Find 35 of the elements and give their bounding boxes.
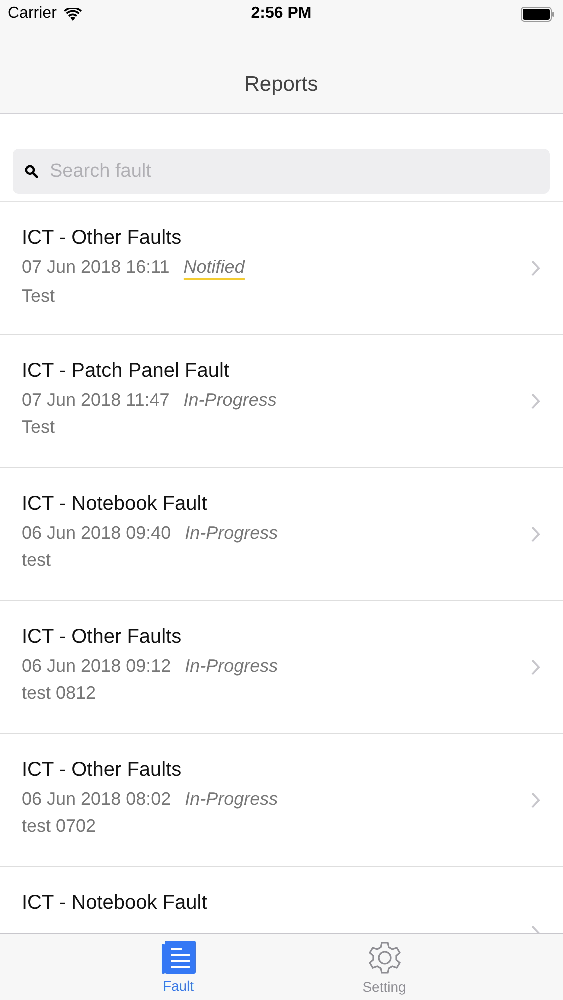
report-title: ICT - Notebook Fault [22, 891, 208, 915]
report-note: test [22, 550, 52, 571]
wifi-icon [64, 8, 82, 20]
settings-icon [368, 941, 402, 975]
report-title: ICT - Other Faults [22, 226, 183, 250]
carrier-name: Carrier [8, 5, 57, 23]
report-note: Test [22, 286, 56, 307]
tab-button[interactable]: Fault [130, 934, 226, 1000]
report-status: In-Progress [185, 522, 278, 544]
report-row[interactable]: ICT - Notebook Fault 06 Jun 2018 09:40 In-Progress test [0, 468, 563, 601]
report-date: 06 Jun 2018 09:40 [22, 522, 172, 544]
report-title: ICT - Patch Panel Fault [22, 359, 230, 383]
report-status: In-Progress [184, 389, 277, 411]
battery-icon [521, 6, 555, 22]
clock-time: 2:56 PM [251, 5, 312, 23]
page-title: Reports [244, 73, 318, 97]
document-icon [162, 941, 196, 974]
report-note: test 0812 [22, 683, 98, 704]
report-row[interactable]: ICT - Patch Panel Fault 07 Jun 2018 11:47 In-Progress Test [0, 335, 563, 468]
report-note: Test [22, 417, 56, 438]
report-date: 07 Jun 2018 11:47 [22, 389, 170, 411]
report-title: ICT - Other Faults [22, 758, 183, 782]
report-status: Notified [184, 256, 245, 280]
report-date: 07 Jun 2018 16:11 [22, 256, 170, 279]
report-row[interactable]: ICT - Other Faults 06 Jun 2018 09:12 In-Progress test 0812 [0, 601, 563, 734]
report-title: ICT - Notebook Fault [22, 492, 208, 516]
report-date: 06 Jun 2018 09:12 [22, 655, 172, 677]
report-title: ICT - Other Faults [22, 625, 183, 649]
report-note: test 0702 [22, 816, 98, 837]
report-date: 06 Jun 2018 08:02 [22, 788, 172, 810]
report-row[interactable]: ICT - Other Faults 07 Jun 2018 16:11 Notified Test [0, 202, 563, 335]
report-status: In-Progress [185, 788, 278, 810]
report-status: In-Progress [185, 655, 278, 677]
report-row[interactable]: ICT - Other Faults 06 Jun 2018 08:02 In-Progress test 0702 [0, 734, 563, 867]
search-field[interactable]: Search fault [13, 149, 550, 194]
